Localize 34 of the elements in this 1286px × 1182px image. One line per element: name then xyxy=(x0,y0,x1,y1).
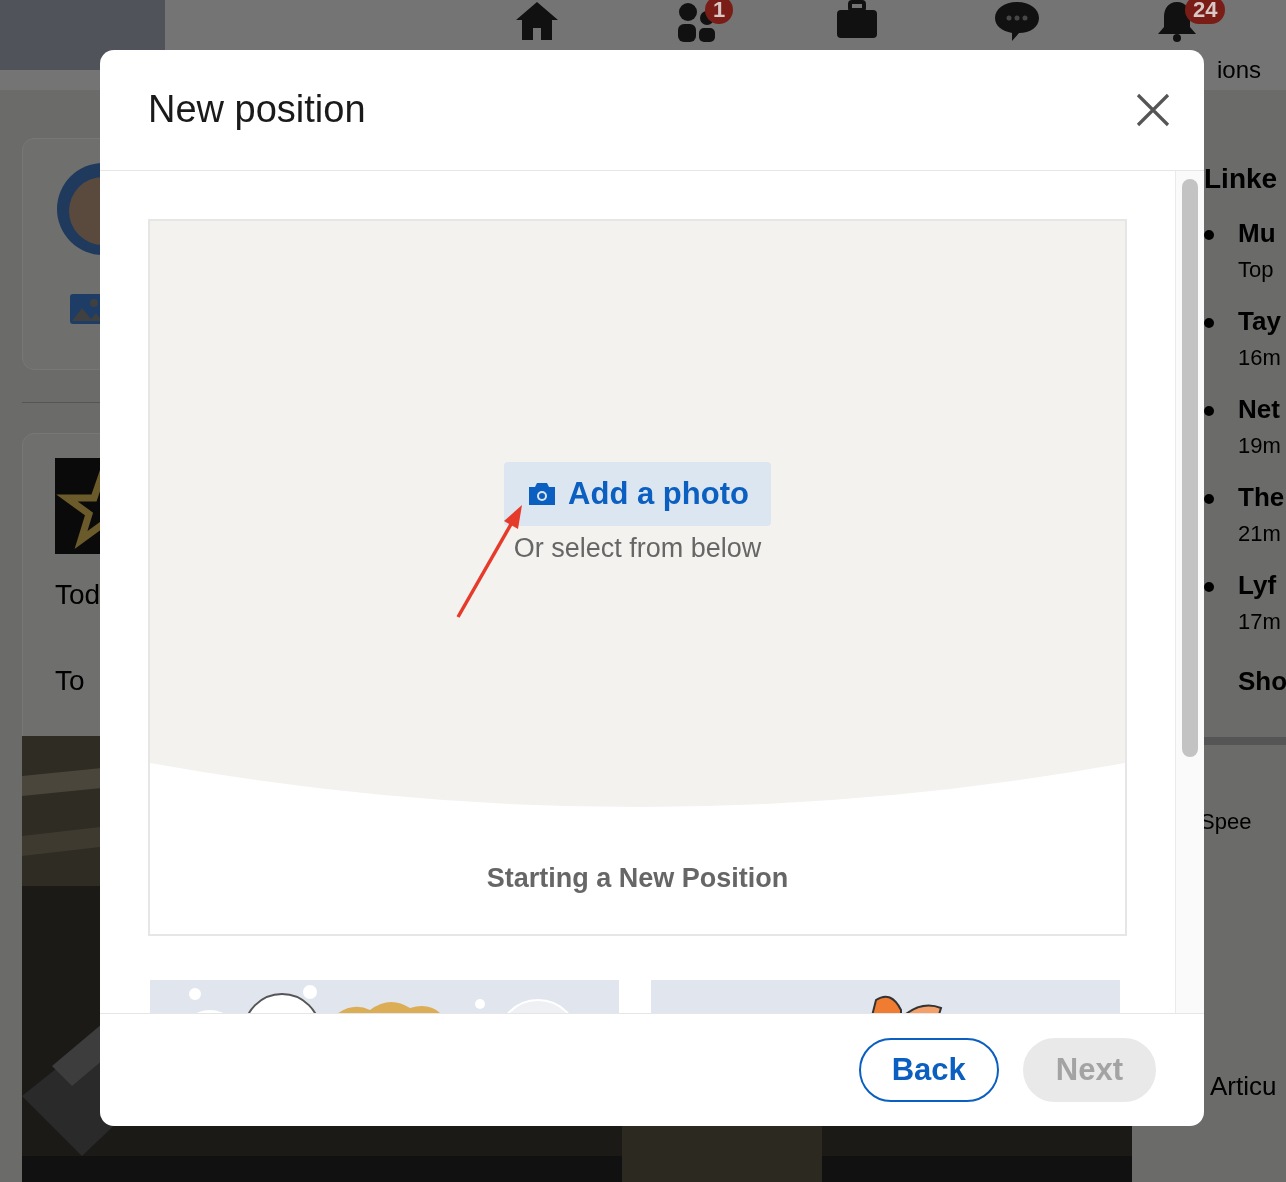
modal-title: New position xyxy=(148,87,366,133)
notification-badge: 24 xyxy=(1185,0,1226,24)
briefcase-icon[interactable] xyxy=(836,0,878,40)
news-headline[interactable]: Lyf xyxy=(1238,566,1281,604)
news-headline[interactable]: Net xyxy=(1238,390,1281,428)
news-title: Linke xyxy=(1204,162,1279,196)
nav-label: ions xyxy=(1216,55,1261,85)
scrollbar-thumb[interactable] xyxy=(1182,179,1198,757)
bullet xyxy=(1204,230,1214,240)
close-icon xyxy=(1136,93,1170,127)
news-headline[interactable]: Tay xyxy=(1238,302,1281,340)
news-meta: 16m xyxy=(1238,344,1281,372)
news-meta: Top xyxy=(1238,256,1275,284)
news-meta: 17m xyxy=(1238,608,1281,636)
bullet xyxy=(1204,582,1214,592)
bullet xyxy=(1204,318,1214,328)
camera-icon xyxy=(528,482,557,506)
news-headline[interactable]: Mu xyxy=(1238,214,1276,252)
template-caption: Starting a New Position xyxy=(486,861,789,895)
post-text: To xyxy=(55,664,86,698)
news-meta: 19m xyxy=(1238,432,1281,460)
bullet xyxy=(1204,494,1214,504)
chat-icon[interactable] xyxy=(994,0,1040,42)
add-photo-button[interactable]: Add a photo xyxy=(504,462,771,526)
news-meta: 21m xyxy=(1238,520,1282,548)
show-more-link[interactable]: Sho xyxy=(1238,662,1286,701)
notification-badge: 1 xyxy=(705,0,734,24)
home-icon[interactable] xyxy=(514,0,560,42)
news-headline[interactable]: The xyxy=(1238,478,1285,516)
hint-text: Or select from below xyxy=(513,532,762,565)
post-text: Tod xyxy=(55,578,102,612)
footer-button[interactable]: Back xyxy=(858,1038,999,1102)
footer-text: Articu xyxy=(1209,1070,1278,1103)
bullet xyxy=(1204,406,1214,416)
